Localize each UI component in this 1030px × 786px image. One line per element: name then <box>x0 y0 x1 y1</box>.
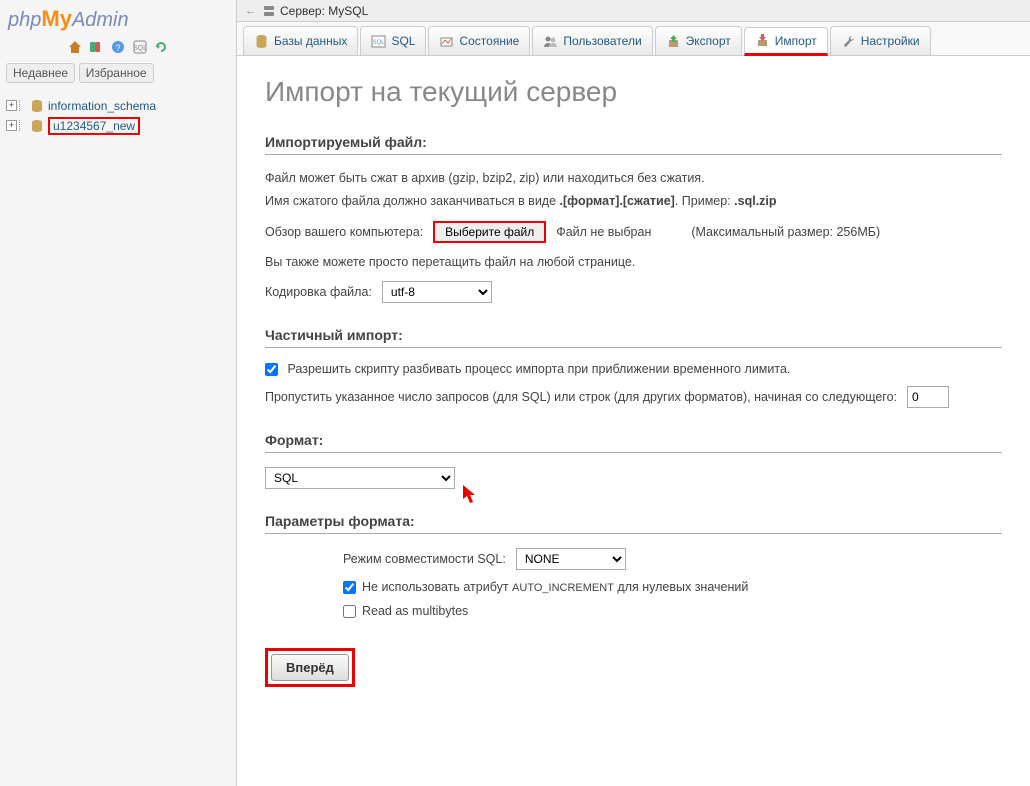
users-icon <box>543 34 558 49</box>
compat-label: Режим совместимости SQL: <box>343 552 506 566</box>
wrench-icon <box>841 34 856 49</box>
submit-highlight: Вперёд <box>265 648 355 687</box>
format-select[interactable]: SQL <box>265 467 455 489</box>
section-partial-heading: Частичный импорт: <box>265 327 1002 348</box>
tab-label: Настройки <box>861 34 920 48</box>
file-desc2: Имя сжатого файла должно заканчиваться в… <box>265 192 1002 211</box>
tab-label: SQL <box>391 34 415 48</box>
skip-input[interactable] <box>907 386 949 408</box>
db-label[interactable]: u1234567_new <box>48 117 140 135</box>
dragdrop-hint: Вы также можете просто перетащить файл н… <box>265 253 1002 272</box>
max-size-label: (Максимальный размер: 256МБ) <box>691 225 880 239</box>
docs-icon[interactable]: ? <box>110 39 126 55</box>
sql-icon: SQL <box>371 34 386 49</box>
sidebar: phpMyAdmin ? SQL Недавнее Избранное + in… <box>0 0 237 786</box>
skip-label: Пропустить указанное число запросов (для… <box>265 390 897 404</box>
submit-button[interactable]: Вперёд <box>271 654 349 681</box>
database-icon <box>254 34 269 49</box>
logo[interactable]: phpMyAdmin <box>0 4 236 36</box>
tab-users[interactable]: Пользователи <box>532 26 652 55</box>
no-file-selected: Файл не выбран <box>556 225 651 239</box>
tab-label: Импорт <box>775 34 817 48</box>
no-autoinc-input[interactable] <box>343 581 356 594</box>
tab-label: Пользователи <box>563 34 641 48</box>
export-icon <box>666 34 681 49</box>
tabs: Базы данных SQL SQL Состояние Пользовате… <box>237 22 1030 56</box>
main: ← Сервер: MySQL Базы данных SQL SQL Сост… <box>237 0 1030 786</box>
choose-file-button[interactable]: Выберите файл <box>433 221 546 243</box>
tab-status[interactable]: Состояние <box>428 26 530 55</box>
section-format-options-heading: Параметры формата: <box>265 513 1002 534</box>
tab-export[interactable]: Экспорт <box>655 26 742 55</box>
status-icon <box>439 34 454 49</box>
compat-select[interactable]: NONE <box>516 548 626 570</box>
file-desc1: Файл может быть сжат в архив (gzip, bzip… <box>265 169 1002 188</box>
svg-text:?: ? <box>115 43 120 53</box>
database-tree: + information_schema + u1234567_new <box>0 85 236 143</box>
sql-icon[interactable]: SQL <box>132 39 148 55</box>
expand-icon[interactable]: + <box>6 100 17 111</box>
tab-sql[interactable]: SQL SQL <box>360 26 426 55</box>
expand-icon[interactable]: + <box>6 120 17 131</box>
recent-button[interactable]: Недавнее <box>6 63 75 83</box>
charset-label: Кодировка файла: <box>265 285 372 299</box>
svg-text:SQL: SQL <box>133 45 147 52</box>
sidebar-toolbar: ? SQL <box>0 36 236 61</box>
import-icon <box>755 33 770 48</box>
charset-select[interactable]: utf-8 <box>382 281 492 303</box>
tree-item-information-schema[interactable]: + information_schema <box>6 97 230 115</box>
tab-label: Базы данных <box>274 34 347 48</box>
content: Импорт на текущий сервер Импортируемый ф… <box>237 56 1030 786</box>
db-label[interactable]: information_schema <box>48 99 156 113</box>
no-autoinc-checkbox[interactable]: Не использовать атрибут AUTO_INCREMENT д… <box>343 580 1002 594</box>
tab-label: Состояние <box>459 34 519 48</box>
tab-label: Экспорт <box>686 34 731 48</box>
section-format-heading: Формат: <box>265 432 1002 453</box>
home-icon[interactable] <box>67 39 83 55</box>
tree-item-user-db[interactable]: + u1234567_new <box>6 115 230 137</box>
tab-settings[interactable]: Настройки <box>830 26 931 55</box>
collapse-sidebar-icon[interactable]: ← <box>245 5 256 17</box>
sidebar-nav: Недавнее Избранное <box>0 61 236 85</box>
server-label[interactable]: Сервер: MySQL <box>280 4 368 18</box>
page-title: Импорт на текущий сервер <box>265 76 1002 108</box>
read-multibytes-checkbox[interactable]: Read as multibytes <box>343 604 1002 618</box>
section-file-heading: Импортируемый файл: <box>265 134 1002 155</box>
browse-label: Обзор вашего компьютера: <box>265 225 423 239</box>
tab-databases[interactable]: Базы данных <box>243 26 358 55</box>
database-icon <box>30 119 44 133</box>
cursor-icon <box>463 485 479 505</box>
breadcrumb: ← Сервер: MySQL <box>237 0 1030 22</box>
read-multibytes-input[interactable] <box>343 605 356 618</box>
server-icon <box>262 4 276 18</box>
database-icon <box>30 99 44 113</box>
tab-import[interactable]: Импорт <box>744 27 828 56</box>
allow-interrupt-input[interactable] <box>265 363 278 376</box>
favorites-button[interactable]: Избранное <box>79 63 154 83</box>
svg-text:SQL: SQL <box>373 40 386 46</box>
logout-icon[interactable] <box>88 39 104 55</box>
reload-icon[interactable] <box>153 39 169 55</box>
allow-interrupt-checkbox[interactable]: Разрешить скрипту разбивать процесс импо… <box>265 362 790 376</box>
